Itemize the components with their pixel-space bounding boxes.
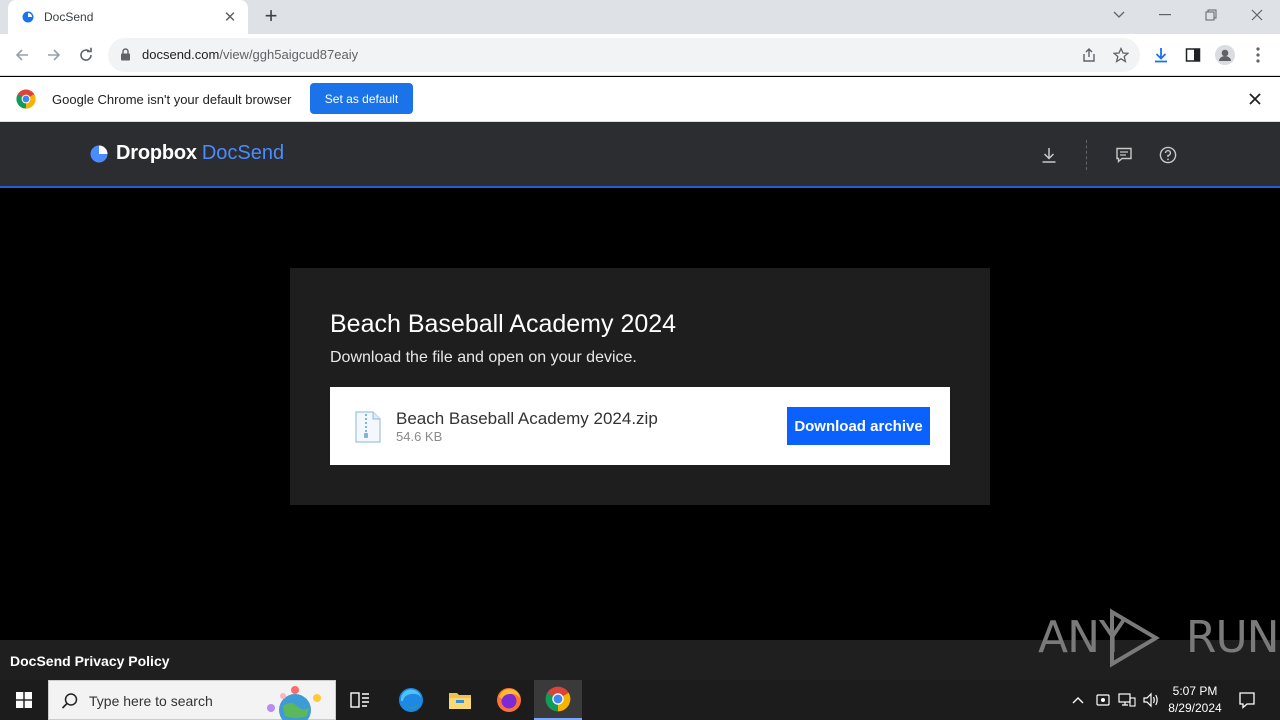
- docsend-header: Dropbox DocSend: [0, 122, 1280, 188]
- infobar-message: Google Chrome isn't your default browser: [52, 92, 292, 107]
- browser-toolbar: docsend.com/view/ggh5aigcud87eaiy: [0, 34, 1280, 76]
- file-name: Beach Baseball Academy 2024.zip: [396, 409, 658, 428]
- url-text: docsend.com/view/ggh5aigcud87eaiy: [142, 47, 358, 62]
- tab-strip: DocSend ✕ +: [0, 0, 1280, 34]
- minimize-icon[interactable]: [1142, 0, 1188, 30]
- set-as-default-button[interactable]: Set as default: [310, 83, 413, 114]
- side-panel-icon[interactable]: [1183, 45, 1203, 65]
- default-browser-infobar: Google Chrome isn't your default browser…: [0, 77, 1280, 122]
- back-icon[interactable]: [8, 41, 36, 69]
- document-title: Beach Baseball Academy 2024: [330, 310, 677, 338]
- chrome-taskbar-icon[interactable]: [534, 680, 582, 720]
- bookmark-star-icon[interactable]: [1112, 46, 1130, 64]
- meet-now-icon[interactable]: [1093, 690, 1113, 710]
- notification-center-icon[interactable]: [1236, 689, 1258, 711]
- tab-close-icon[interactable]: ✕: [222, 8, 238, 26]
- anyrun-watermark: ANY RUN: [1038, 606, 1280, 670]
- download-archive-button[interactable]: Download archive: [787, 407, 930, 445]
- file-row: Beach Baseball Academy 2024.zip 54.6 KB …: [330, 387, 950, 465]
- download-instructions: Download the file and open on your devic…: [330, 349, 637, 366]
- clock-date: 8/29/2024: [1168, 701, 1222, 715]
- docsend-favicon-icon: [22, 11, 34, 23]
- task-view-icon[interactable]: [336, 680, 384, 720]
- comment-icon[interactable]: [1113, 144, 1135, 166]
- docsend-logo-mark-icon: [90, 145, 108, 162]
- download-icon[interactable]: [1151, 45, 1171, 65]
- file-size: 54.6 KB: [396, 429, 443, 444]
- search-icon: [61, 693, 78, 709]
- network-icon[interactable]: [1117, 690, 1137, 710]
- windows-taskbar: Type here to search 5:07 PM 8/29/2024: [0, 680, 1280, 720]
- dropbox-docsend-logo[interactable]: Dropbox DocSend: [90, 142, 284, 165]
- edge-icon[interactable]: [387, 680, 435, 720]
- taskbar-clock[interactable]: 5:07 PM 8/29/2024: [1164, 683, 1226, 717]
- profile-avatar-icon[interactable]: [1215, 45, 1235, 65]
- header-download-icon[interactable]: [1038, 144, 1060, 166]
- search-highlight-globe-icon: [267, 686, 321, 720]
- logo-brand: Dropbox: [116, 142, 197, 164]
- reload-icon[interactable]: [72, 41, 100, 69]
- windows-start-icon[interactable]: [0, 680, 48, 720]
- share-icon[interactable]: [1080, 46, 1098, 64]
- clock-time: 5:07 PM: [1172, 684, 1218, 698]
- address-bar[interactable]: docsend.com/view/ggh5aigcud87eaiy: [108, 38, 1140, 72]
- more-menu-icon[interactable]: [1248, 45, 1268, 65]
- file-explorer-icon[interactable]: [436, 680, 484, 720]
- header-divider: [1086, 140, 1087, 170]
- firefox-icon[interactable]: [485, 680, 533, 720]
- tray-chevron-up-icon[interactable]: [1068, 690, 1088, 710]
- privacy-policy-link[interactable]: DocSend Privacy Policy: [10, 653, 170, 669]
- tab-title: DocSend: [44, 10, 94, 24]
- browser-tab[interactable]: DocSend ✕: [8, 0, 248, 34]
- volume-icon[interactable]: [1141, 690, 1161, 710]
- logo-product: DocSend: [201, 142, 285, 164]
- infobar-close-icon[interactable]: [1246, 90, 1264, 108]
- help-icon[interactable]: [1157, 144, 1179, 166]
- lock-icon[interactable]: [120, 48, 131, 61]
- forward-icon[interactable]: [40, 41, 68, 69]
- url-path: /view/ggh5aigcud87eaiy: [219, 47, 359, 62]
- chrome-logo-icon: [16, 89, 36, 109]
- zip-file-icon: [355, 411, 381, 443]
- new-tab-plus-icon[interactable]: +: [258, 4, 284, 30]
- window-close-icon[interactable]: [1234, 0, 1280, 30]
- watermark-text: ANY RUN: [1038, 612, 1280, 663]
- taskbar-search-box[interactable]: Type here to search: [48, 680, 336, 720]
- tab-search-chevron-down-icon[interactable]: [1096, 0, 1142, 30]
- url-host: docsend.com: [142, 47, 220, 62]
- download-card: Beach Baseball Academy 2024 Download the…: [290, 268, 990, 505]
- restore-icon[interactable]: [1188, 0, 1234, 30]
- search-placeholder: Type here to search: [89, 693, 213, 709]
